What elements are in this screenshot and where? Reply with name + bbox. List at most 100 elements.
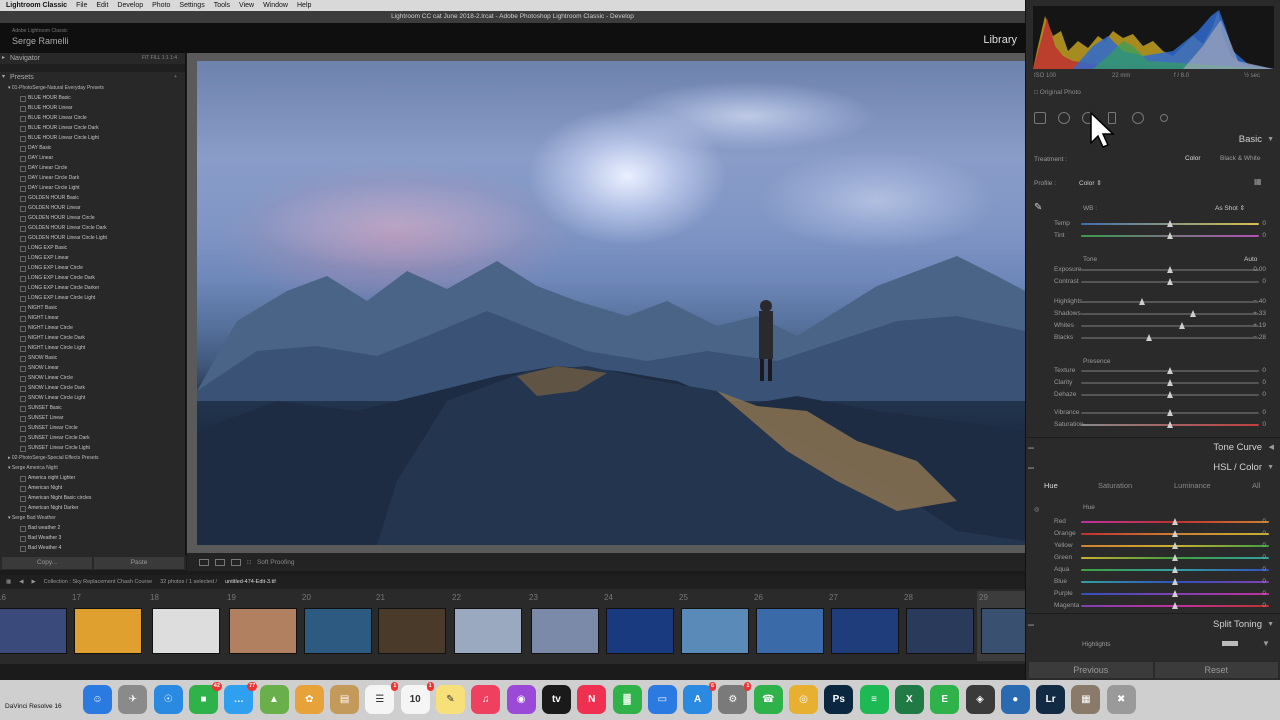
target-adjust-icon[interactable]: ◎ bbox=[1034, 506, 1039, 513]
slider-shadows[interactable] bbox=[1081, 310, 1259, 317]
slider-knob[interactable] bbox=[1167, 391, 1173, 398]
davinci-resolve-icon[interactable]: ◈ bbox=[965, 685, 995, 714]
filmstrip-thumbnail[interactable]: 16 bbox=[0, 591, 70, 661]
back-arrow-icon[interactable]: ◀ bbox=[19, 579, 23, 585]
slider-knob[interactable] bbox=[1172, 578, 1178, 585]
notes-folder-icon[interactable]: ▤ bbox=[330, 685, 360, 714]
slider-value-contrast[interactable]: 0 bbox=[1262, 278, 1266, 285]
whatsapp-icon[interactable]: ☎ bbox=[753, 685, 783, 714]
tone-curve-header[interactable]: ▬ Tone Curve ◀ bbox=[1026, 441, 1280, 455]
preset-item[interactable]: BLUE HOUR Linear Circle Light bbox=[0, 133, 185, 143]
hsl-value-yellow[interactable]: 0 bbox=[1262, 542, 1266, 549]
slider-temp[interactable] bbox=[1081, 220, 1259, 227]
histogram[interactable] bbox=[1033, 6, 1274, 69]
app-store-icon[interactable]: A6 bbox=[683, 682, 717, 714]
slider-knob[interactable] bbox=[1167, 266, 1173, 273]
collection-name[interactable]: Collection : Sky Replacement Chash Cours… bbox=[44, 579, 153, 585]
slider-value-blacks[interactable]: − 28 bbox=[1253, 334, 1266, 341]
preset-item[interactable]: American Night bbox=[0, 483, 185, 493]
safari-icon[interactable]: ☉ bbox=[153, 685, 183, 714]
split-toning-header[interactable]: ▬ Split Toning ▼ bbox=[1026, 618, 1280, 632]
preset-item[interactable]: DAY Linear Circle bbox=[0, 163, 185, 173]
preset-item[interactable]: SNOW Linear Circle Light bbox=[0, 393, 185, 403]
menu-develop[interactable]: Develop bbox=[117, 2, 143, 9]
add-preset-icon[interactable]: + bbox=[174, 72, 177, 83]
preset-item[interactable]: LONG EXP Linear Circle Dark bbox=[0, 273, 185, 283]
slider-value-exposure[interactable]: 0.00 bbox=[1253, 266, 1266, 273]
forward-arrow-icon[interactable]: ▶ bbox=[31, 579, 35, 585]
preset-item[interactable]: SNOW Basic bbox=[0, 353, 185, 363]
preset-item[interactable]: GOLDEN HOUR Linear Circle bbox=[0, 213, 185, 223]
preset-item[interactable]: Bad weather 2 bbox=[0, 523, 185, 533]
preview-gallery-icon[interactable]: ▦ bbox=[1071, 685, 1101, 714]
slider-value-highlights[interactable]: − 40 bbox=[1253, 298, 1266, 305]
preset-item[interactable]: LONG EXP Linear Circle bbox=[0, 263, 185, 273]
soft-proofing-checkbox[interactable]: □ bbox=[247, 559, 251, 566]
tab-luminance[interactable]: Luminance bbox=[1174, 481, 1211, 490]
preset-item[interactable]: DAY Linear Circle Light bbox=[0, 183, 185, 193]
podcasts-icon[interactable]: ◉ bbox=[506, 685, 536, 714]
filmstrip-thumbnail[interactable]: 20 bbox=[300, 591, 375, 661]
slider-knob[interactable] bbox=[1167, 232, 1173, 239]
menu-help[interactable]: Help bbox=[297, 2, 311, 9]
navigator-header[interactable]: ▸ Navigator FIT FILL 1:1 1:4 bbox=[0, 53, 185, 64]
slider-tint[interactable] bbox=[1081, 232, 1259, 239]
lightroom-classic-icon[interactable]: Lr bbox=[1036, 685, 1066, 714]
filmstrip-thumbnail[interactable]: 27 bbox=[827, 591, 902, 661]
hsl-value-purple[interactable]: 0 bbox=[1262, 590, 1266, 597]
slider-vibrance[interactable] bbox=[1081, 409, 1259, 416]
preset-item[interactable]: SUNSET Linear Circle Dark bbox=[0, 433, 185, 443]
navigator-zoom-options[interactable]: FIT FILL 1:1 1:4 bbox=[142, 53, 177, 64]
module-library[interactable]: Library bbox=[983, 34, 1017, 46]
launchpad-icon[interactable]: ✈ bbox=[118, 685, 148, 714]
finder-icon[interactable]: ☺ bbox=[83, 685, 112, 714]
slider-clarity[interactable] bbox=[1081, 379, 1259, 386]
loupe-view-icon[interactable] bbox=[199, 558, 209, 566]
notes-icon[interactable]: ✎ bbox=[436, 685, 465, 714]
menu-photo[interactable]: Photo bbox=[152, 2, 170, 9]
preset-item[interactable]: LONG EXP Linear Circle Darker bbox=[0, 283, 185, 293]
preset-item[interactable]: SUNSET Linear bbox=[0, 413, 185, 423]
slider-value-dehaze[interactable]: 0 bbox=[1262, 391, 1266, 398]
spotify-icon[interactable]: ≡ bbox=[859, 685, 889, 714]
preset-item[interactable]: NIGHT Linear bbox=[0, 313, 185, 323]
profile-dropdown[interactable]: Color ⇕ bbox=[1079, 179, 1102, 187]
profile-browser-icon[interactable]: ▦ bbox=[1254, 177, 1262, 186]
slider-value-saturation[interactable]: 0 bbox=[1262, 421, 1266, 428]
hsl-value-aqua[interactable]: 0 bbox=[1262, 566, 1266, 573]
slider-value-whites[interactable]: + 19 bbox=[1253, 322, 1266, 329]
slider-knob[interactable] bbox=[1145, 334, 1152, 341]
preset-item[interactable]: SNOW Linear bbox=[0, 363, 185, 373]
preset-item[interactable]: DAY Linear bbox=[0, 153, 185, 163]
reminders-icon[interactable]: ☰ 1 bbox=[365, 682, 399, 714]
filmstrip-thumbnail[interactable]: 18 bbox=[148, 591, 223, 661]
preset-item[interactable]: SUNSET Basic bbox=[0, 403, 185, 413]
photoshop-icon[interactable]: Ps bbox=[824, 685, 854, 714]
camera-app-icon[interactable]: ● bbox=[1000, 685, 1030, 714]
slider-value-texture[interactable]: 0 bbox=[1262, 367, 1266, 374]
slider-knob[interactable] bbox=[1167, 220, 1173, 227]
filmstrip-thumbnail[interactable]: 17 bbox=[70, 591, 145, 661]
preset-group[interactable]: ▸ 02-PhotoSerge-Special Effects Presets bbox=[0, 453, 185, 463]
image-viewer[interactable] bbox=[187, 53, 1025, 553]
slider-contrast[interactable] bbox=[1081, 278, 1259, 285]
filmstrip-thumbnail[interactable]: 26 bbox=[752, 591, 827, 661]
slider-value-tint[interactable]: 0 bbox=[1262, 232, 1266, 239]
slider-knob[interactable] bbox=[1167, 379, 1173, 386]
slider-value-shadows[interactable]: + 33 bbox=[1253, 310, 1266, 317]
preset-item[interactable]: DAY Linear Circle Dark bbox=[0, 173, 185, 183]
hsl-slider-green[interactable] bbox=[1081, 554, 1269, 561]
highlights-color-swatch[interactable] bbox=[1222, 641, 1238, 646]
filmstrip-thumbnail[interactable]: 24 bbox=[602, 591, 677, 661]
hsl-slider-orange[interactable] bbox=[1081, 530, 1269, 537]
preset-item[interactable]: DAY Basic bbox=[0, 143, 185, 153]
eyedropper-icon[interactable]: ✎ bbox=[1034, 202, 1042, 213]
slider-knob[interactable] bbox=[1172, 530, 1178, 537]
menu-view[interactable]: View bbox=[239, 2, 254, 9]
hsl-value-orange[interactable]: 0 bbox=[1262, 530, 1266, 537]
menu-file[interactable]: File bbox=[76, 2, 87, 9]
system-preferences-icon[interactable]: ⚙ 1 bbox=[718, 682, 752, 714]
preset-item[interactable]: BLUE HOUR Linear bbox=[0, 103, 185, 113]
hsl-value-red[interactable]: 0 bbox=[1262, 518, 1266, 525]
hsl-slider-purple[interactable] bbox=[1081, 590, 1269, 597]
